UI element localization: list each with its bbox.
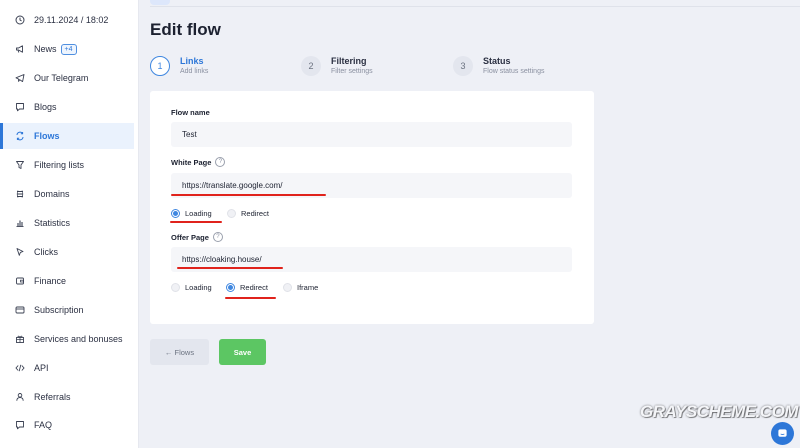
sidebar-item-domains[interactable]: Domains bbox=[0, 181, 134, 207]
offer-page-label: Offer Page ? bbox=[171, 232, 223, 242]
step-title: Status bbox=[483, 55, 511, 66]
page-title: Edit flow bbox=[150, 20, 221, 39]
telegram-icon bbox=[15, 73, 25, 83]
users-icon bbox=[15, 392, 25, 402]
step-number: 3 bbox=[453, 56, 473, 76]
annotation-underline bbox=[170, 221, 222, 223]
step-number: 1 bbox=[150, 56, 170, 76]
chart-icon bbox=[15, 218, 25, 228]
sidebar-item-label: API bbox=[34, 363, 49, 373]
sidebar-item-label: Statistics bbox=[34, 218, 71, 228]
step-title: Links bbox=[180, 55, 204, 66]
sidebar-item-label: Flows bbox=[34, 131, 60, 141]
white-page-label-text: White Page bbox=[171, 157, 212, 167]
sidebar-item-label: Finance bbox=[34, 276, 67, 286]
save-button[interactable]: Save bbox=[219, 339, 266, 365]
radio-dot bbox=[171, 209, 180, 218]
step-subtitle: Add links bbox=[180, 67, 209, 75]
radio-label: Loading bbox=[185, 209, 212, 218]
annotation-underline bbox=[177, 267, 283, 269]
watermark: GRAYSCHEME.COM bbox=[640, 402, 798, 421]
help-icon[interactable]: ? bbox=[212, 232, 223, 242]
sidebar-item-faq[interactable]: FAQ bbox=[0, 412, 134, 438]
white-page-label: White Page ? bbox=[171, 157, 226, 167]
sidebar-item-label: News bbox=[34, 44, 57, 54]
sidebar-item-flows[interactable]: Flows bbox=[0, 123, 134, 149]
sidebar-item-services-and-bonuses[interactable]: Services and bonuses bbox=[0, 326, 134, 352]
radio-label: Redirect bbox=[240, 283, 268, 292]
sidebar-item-label: Services and bonuses bbox=[34, 334, 123, 344]
question-icon bbox=[15, 420, 25, 430]
sidebar: 29.11.2024 / 18:02 News +4 Our Telegram … bbox=[0, 0, 139, 448]
sidebar-item-label: Subscription bbox=[34, 305, 84, 315]
offer-page-value: https://cloaking.house/ bbox=[182, 255, 262, 264]
radio-dot bbox=[227, 209, 236, 218]
annotation-underline bbox=[225, 297, 276, 299]
help-icon[interactable]: ? bbox=[215, 157, 226, 167]
step-status[interactable]: 3 Status Flow status settings bbox=[453, 54, 544, 78]
card-icon bbox=[15, 305, 25, 315]
sidebar-item-our-telegram[interactable]: Our Telegram bbox=[0, 65, 134, 91]
cursor-icon bbox=[15, 247, 25, 257]
sidebar-item-label: Filtering lists bbox=[34, 160, 85, 170]
code-icon bbox=[15, 363, 25, 373]
radio-dot bbox=[283, 283, 292, 292]
offer-page-label-text: Offer Page bbox=[171, 232, 209, 242]
sidebar-item-label: FAQ bbox=[34, 420, 53, 430]
comment-icon bbox=[15, 102, 25, 112]
top-divider bbox=[150, 0, 800, 7]
sidebar-item-label: Clicks bbox=[34, 247, 58, 257]
flow-name-label-text: Flow name bbox=[171, 108, 210, 117]
gift-icon bbox=[15, 334, 25, 344]
step-filtering[interactable]: 2 Filtering Filter settings bbox=[301, 54, 373, 78]
wallet-icon bbox=[15, 276, 25, 286]
sidebar-item-label: Blogs bbox=[34, 102, 57, 112]
step-subtitle: Flow status settings bbox=[483, 67, 545, 75]
white-page-radio-redirect[interactable]: Redirect bbox=[227, 209, 269, 218]
white-page-radio-loading[interactable]: Loading bbox=[171, 209, 212, 218]
step-links[interactable]: 1 Links Add links bbox=[150, 54, 208, 78]
back-to-flows-button[interactable]: ← Flows bbox=[150, 339, 209, 365]
sidebar-item-filtering-lists[interactable]: Filtering lists bbox=[0, 152, 134, 178]
sidebar-item-subscription[interactable]: Subscription bbox=[0, 297, 134, 323]
sidebar-item-label: Domains bbox=[34, 189, 70, 199]
domain-icon bbox=[15, 189, 25, 199]
radio-label: Redirect bbox=[241, 209, 269, 218]
sidebar-datetime: 29.11.2024 / 18:02 bbox=[0, 7, 134, 33]
annotation-underline bbox=[171, 194, 326, 196]
sidebar-item-news[interactable]: News +4 bbox=[0, 36, 134, 62]
sidebar-item-label: Our Telegram bbox=[34, 73, 89, 83]
white-page-value: https://translate.google.com/ bbox=[182, 181, 283, 190]
top-tab-stub bbox=[150, 0, 170, 5]
flow-name-input[interactable]: Test bbox=[171, 122, 572, 147]
sidebar-item-statistics[interactable]: Statistics bbox=[0, 210, 134, 236]
sidebar-item-label: Referrals bbox=[34, 392, 71, 402]
step-number: 2 bbox=[301, 56, 321, 76]
filter-icon bbox=[15, 160, 25, 170]
radio-label: Iframe bbox=[297, 283, 319, 292]
offer-page-radio-iframe[interactable]: Iframe bbox=[283, 283, 318, 292]
clock-icon bbox=[15, 15, 25, 25]
sidebar-item-blogs[interactable]: Blogs bbox=[0, 94, 134, 120]
megaphone-icon bbox=[15, 44, 25, 54]
sidebar-item-referrals[interactable]: Referrals bbox=[0, 384, 134, 410]
sidebar-item-finance[interactable]: Finance bbox=[0, 268, 134, 294]
flow-form-card: Flow name Test White Page ? https://tran… bbox=[150, 91, 594, 324]
flow-name-value: Test bbox=[182, 130, 197, 139]
radio-label: Loading bbox=[185, 283, 212, 292]
flow-name-label: Flow name bbox=[171, 108, 210, 117]
flows-icon bbox=[15, 131, 25, 141]
radio-dot bbox=[171, 283, 180, 292]
chat-support-button[interactable] bbox=[771, 422, 794, 445]
step-subtitle: Filter settings bbox=[331, 67, 373, 75]
datetime-label: 29.11.2024 / 18:02 bbox=[34, 15, 109, 25]
step-title: Filtering bbox=[331, 55, 367, 66]
radio-dot bbox=[226, 283, 235, 292]
offer-page-radio-loading[interactable]: Loading bbox=[171, 283, 212, 292]
offer-page-radio-redirect[interactable]: Redirect bbox=[226, 283, 268, 292]
sidebar-item-clicks[interactable]: Clicks bbox=[0, 239, 134, 265]
news-count-badge: +4 bbox=[60, 43, 77, 55]
sidebar-item-api[interactable]: API bbox=[0, 355, 134, 381]
chat-icon bbox=[777, 428, 788, 439]
